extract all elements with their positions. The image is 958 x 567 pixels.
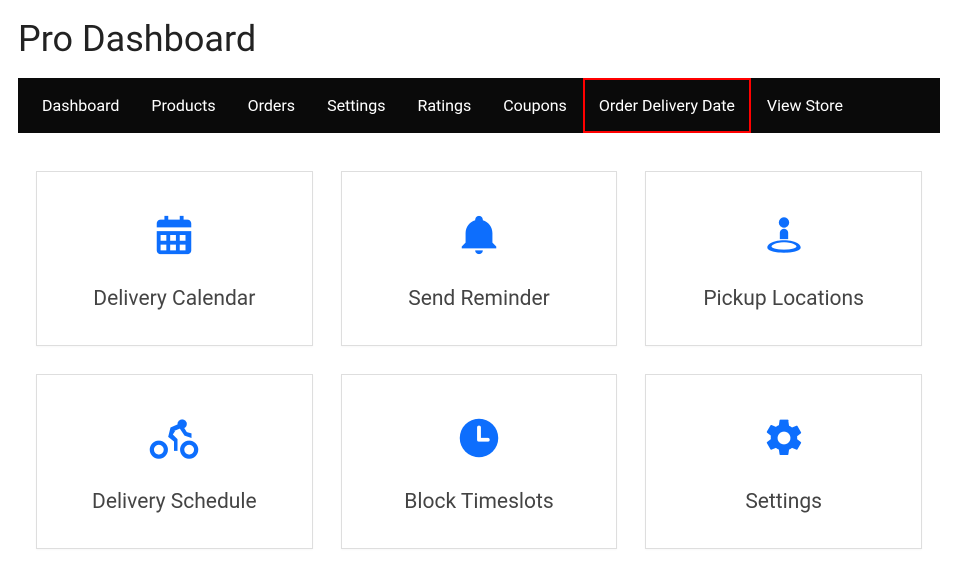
nav-item-dashboard[interactable]: Dashboard [26,78,135,133]
card-label: Pickup Locations [703,287,864,311]
nav-item-view-store[interactable]: View Store [751,78,859,133]
bike-icon [146,410,202,466]
nav-item-settings[interactable]: Settings [311,78,401,133]
card-delivery-schedule[interactable]: Delivery Schedule [36,374,313,549]
card-label: Block Timeslots [404,490,553,514]
card-send-reminder[interactable]: Send Reminder [341,171,618,346]
card-label: Settings [745,490,822,514]
card-pickup-locations[interactable]: Pickup Locations [645,171,922,346]
nav-item-ratings[interactable]: Ratings [401,78,487,133]
card-settings[interactable]: Settings [645,374,922,549]
bell-icon [456,207,502,263]
card-label: Send Reminder [408,287,550,311]
clock-icon [458,410,500,466]
page-title: Pro Dashboard [18,18,940,60]
card-block-timeslots[interactable]: Block Timeslots [341,374,618,549]
card-label: Delivery Schedule [92,490,257,514]
nav-item-coupons[interactable]: Coupons [487,78,583,133]
nav-item-products[interactable]: Products [135,78,231,133]
location-person-icon [759,207,809,263]
nav-item-order-delivery-date[interactable]: Order Delivery Date [583,78,751,133]
calendar-icon [151,207,197,263]
card-delivery-calendar[interactable]: Delivery Calendar [36,171,313,346]
cards-grid: Delivery Calendar Send Reminder Pickup L… [18,171,940,549]
main-nav: Dashboard Products Orders Settings Ratin… [18,78,940,133]
card-label: Delivery Calendar [93,287,255,311]
gear-icon [762,410,806,466]
nav-item-orders[interactable]: Orders [232,78,311,133]
